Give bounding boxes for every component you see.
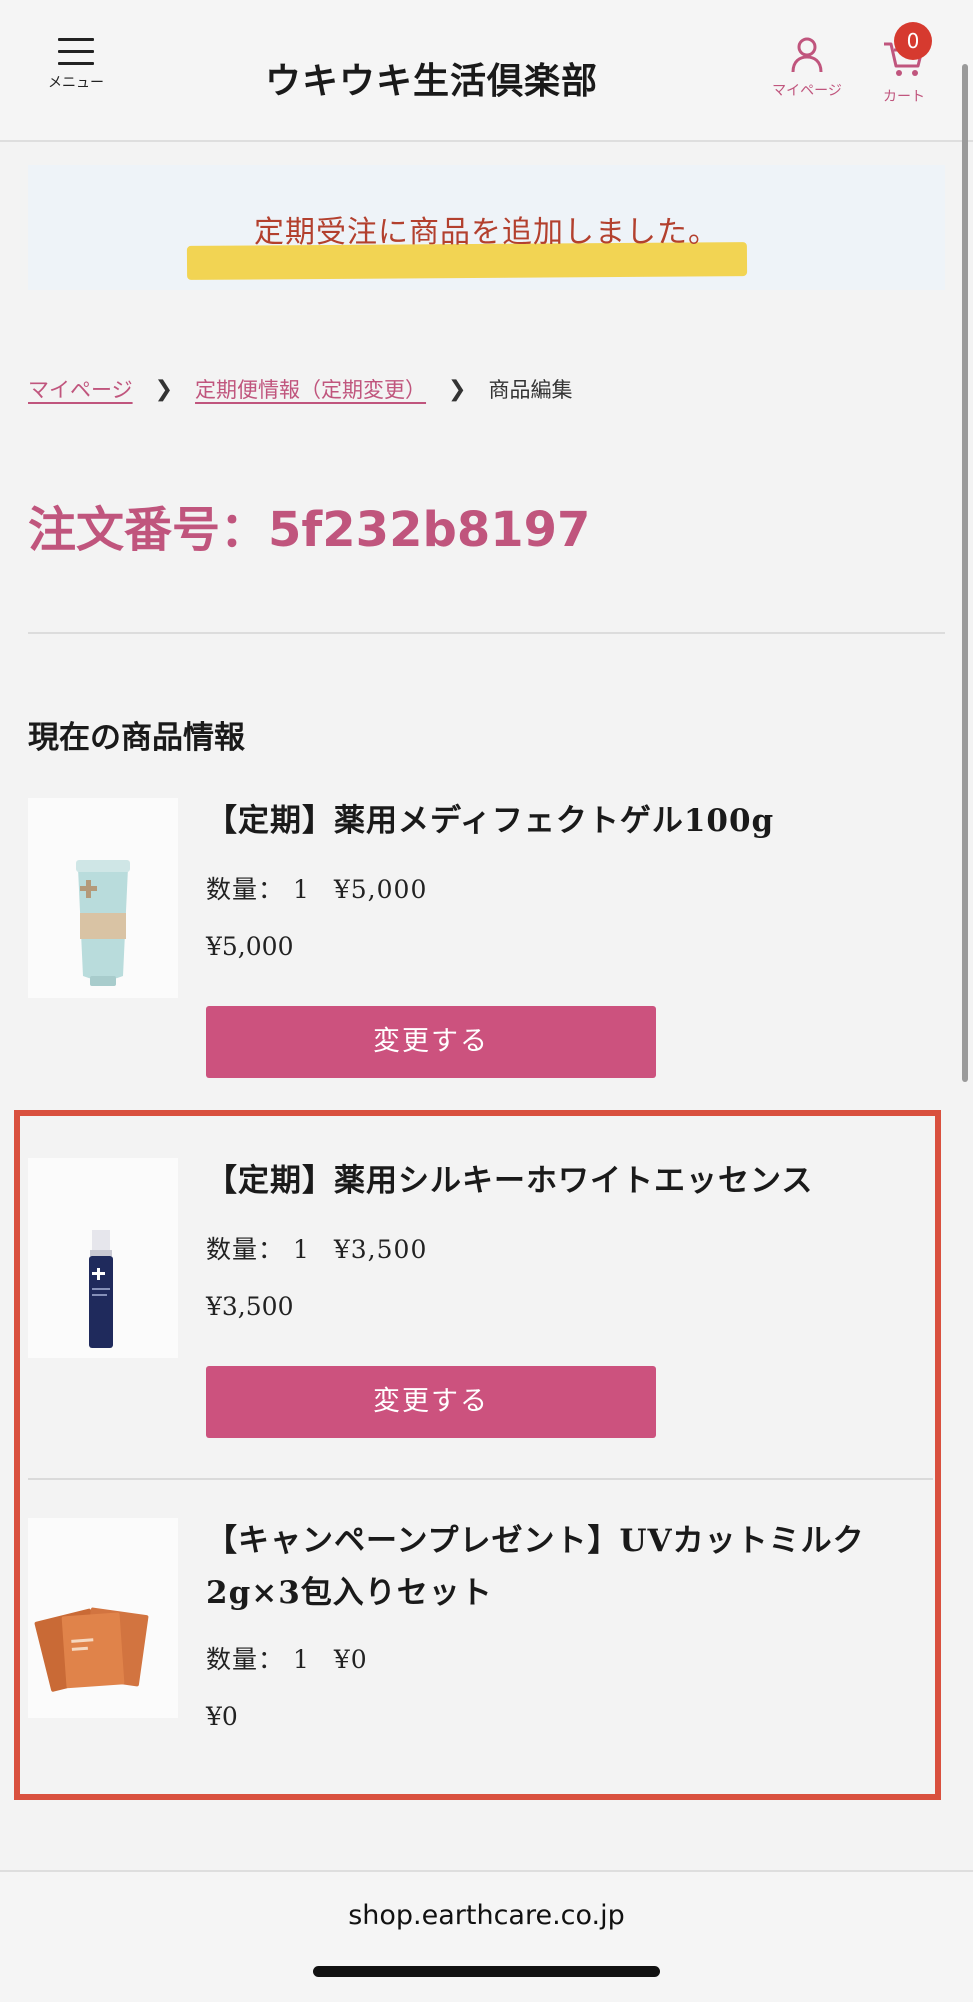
section-title: 現在の商品情報	[28, 720, 245, 756]
product-quantity: 数量： 1 ¥3,500	[206, 1235, 428, 1264]
chevron-right-icon: ❯	[154, 376, 174, 402]
product-name: 【定期】薬用シルキーホワイトエッセンス	[206, 1163, 814, 1199]
product-image-medifect-gel	[28, 798, 178, 998]
notice-message: 定期受注に商品を追加しました。	[254, 215, 719, 250]
url-text[interactable]: shop.earthcare.co.jp	[0, 1900, 973, 1931]
divider	[28, 1478, 933, 1480]
mypage-button[interactable]: マイページ	[762, 36, 852, 100]
product-quantity: 数量： 1 ¥5,000	[206, 875, 428, 904]
product-total: ¥0	[206, 1702, 238, 1731]
product-name: 【キャンペーンプレゼント】UVカットミルク 2g×3包入りセット	[206, 1523, 865, 1611]
site-title[interactable]: ウキウキ生活倶楽部	[265, 52, 598, 104]
person-icon	[791, 37, 823, 73]
breadcrumb-current: 商品編集	[488, 378, 573, 402]
home-indicator[interactable]	[313, 1966, 660, 1977]
cart-count-badge: 0	[894, 22, 932, 60]
order-number: 注文番号：5f232b8197	[28, 502, 591, 558]
hamburger-icon	[58, 38, 94, 65]
divider	[28, 632, 945, 634]
breadcrumb: マイページ ❯ 定期便情報（定期変更） ❯ 商品編集	[28, 374, 572, 404]
product-total: ¥3,500	[206, 1292, 294, 1321]
cart-label: カート	[883, 89, 925, 105]
product-name: 【定期】薬用メディフェクトゲル100g	[206, 803, 775, 839]
menu-label: メニュー	[48, 75, 104, 91]
product-image-uv-cut-milk	[28, 1518, 178, 1718]
browser-url-bar	[0, 1870, 973, 2002]
change-button[interactable]: 変更する	[206, 1366, 656, 1438]
breadcrumb-mypage[interactable]: マイページ	[28, 374, 133, 404]
change-button[interactable]: 変更する	[206, 1006, 656, 1078]
breadcrumb-subscription[interactable]: 定期便情報（定期変更）	[195, 374, 426, 404]
menu-button[interactable]: メニュー	[36, 38, 116, 108]
scrollbar[interactable]	[962, 64, 968, 1082]
product-quantity: 数量： 1 ¥0	[206, 1645, 368, 1674]
product-image-silky-white-essence	[28, 1158, 178, 1358]
chevron-right-icon: ❯	[448, 376, 467, 402]
mypage-label: マイページ	[772, 83, 842, 99]
product-total: ¥5,000	[206, 932, 294, 961]
